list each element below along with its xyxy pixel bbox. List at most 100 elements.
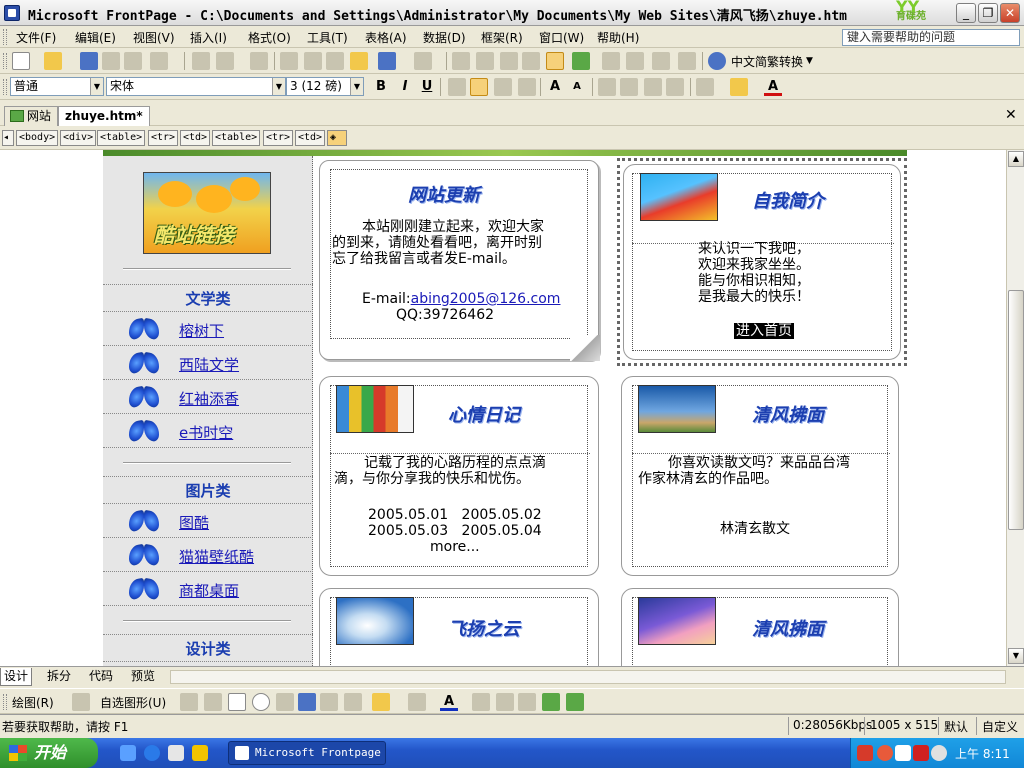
tray-icon[interactable] — [877, 745, 893, 761]
shadow-icon[interactable] — [542, 693, 560, 711]
menu-table[interactable]: 表格(A) — [363, 29, 409, 46]
tab-preview[interactable]: 预览 — [128, 668, 158, 686]
toolbar-grip[interactable] — [3, 53, 7, 69]
ie-icon[interactable] — [144, 745, 160, 761]
toolbar-grip[interactable] — [3, 694, 7, 710]
prose-author-link[interactable]: 林清玄散文 — [720, 521, 790, 537]
borders-icon[interactable] — [696, 78, 714, 96]
numbering-icon[interactable] — [598, 78, 616, 96]
open-folder-icon[interactable] — [44, 52, 62, 70]
scroll-down-icon[interactable]: ▼ — [1008, 648, 1024, 664]
insert-picture-icon[interactable] — [522, 52, 540, 70]
align-left-icon[interactable] — [448, 78, 466, 96]
link-shangdu[interactable]: 商都桌面 — [179, 580, 239, 601]
copy-icon[interactable] — [304, 52, 322, 70]
menu-insert[interactable]: 插入(I) — [188, 29, 229, 46]
textbox-icon[interactable] — [276, 693, 294, 711]
close-document-icon[interactable]: ✕ — [1005, 107, 1017, 123]
taskbar-frontpage-item[interactable]: Microsoft Frontpage — [228, 741, 386, 765]
highlight-icon[interactable] — [730, 78, 748, 96]
line-style-icon[interactable] — [472, 693, 490, 711]
frontpage-quicklaunch-icon[interactable] — [168, 745, 184, 761]
desktop-icon[interactable] — [120, 745, 136, 761]
arrow-style-icon[interactable] — [518, 693, 536, 711]
3d-style-icon[interactable] — [566, 693, 584, 711]
spelling-icon[interactable] — [250, 52, 268, 70]
line-color-icon[interactable] — [408, 693, 426, 711]
email-link[interactable]: abing2005@126.com — [411, 291, 561, 307]
chinese-convert-dropdown-icon[interactable]: ▼ — [806, 56, 813, 66]
menu-file[interactable]: 文件(F) — [14, 29, 58, 46]
tab-code[interactable]: 代码 — [86, 668, 116, 686]
bullets-icon[interactable] — [620, 78, 638, 96]
tray-ime-icon[interactable] — [895, 745, 911, 761]
tray-icon[interactable] — [857, 745, 873, 761]
font-size-select[interactable]: 3 (12 磅) ▼ — [286, 77, 364, 96]
align-center-icon[interactable] — [470, 78, 488, 96]
tag-options-icon[interactable]: ◈ — [327, 130, 347, 146]
chinese-convert-button[interactable]: 中文简繁转换 — [731, 53, 803, 70]
print-preview-icon[interactable] — [216, 52, 234, 70]
link-hongxiu[interactable]: 红袖添香 — [179, 388, 239, 409]
tag-div[interactable]: <div> — [60, 130, 97, 146]
tray-network-icon[interactable] — [931, 745, 947, 761]
tag-td[interactable]: <td> — [295, 130, 326, 146]
justify-icon[interactable] — [518, 78, 536, 96]
italic-button[interactable]: I — [396, 78, 414, 96]
redo-icon[interactable] — [414, 52, 432, 70]
help-search-input[interactable]: 键入需要帮助的问题 — [842, 29, 1020, 46]
refresh-icon[interactable] — [626, 52, 644, 70]
save-icon[interactable] — [80, 52, 98, 70]
menu-window[interactable]: 窗口(W) — [537, 29, 586, 46]
insert-table-icon[interactable] — [476, 52, 494, 70]
enter-home-link[interactable]: 进入首页 — [734, 323, 794, 339]
align-right-icon[interactable] — [494, 78, 512, 96]
web-component-icon[interactable] — [572, 52, 590, 70]
print-icon[interactable] — [192, 52, 210, 70]
quicklaunch-icon[interactable] — [192, 745, 208, 761]
help-icon[interactable] — [708, 52, 726, 70]
increase-indent-icon[interactable] — [666, 78, 684, 96]
new-page-icon[interactable] — [12, 52, 30, 70]
menu-view[interactable]: 视图(V) — [131, 29, 177, 46]
format-painter-icon[interactable] — [350, 52, 368, 70]
tag-td[interactable]: <td> — [180, 130, 211, 146]
menu-frames[interactable]: 框架(R) — [479, 29, 525, 46]
font-color-icon[interactable]: A — [764, 78, 782, 96]
tab-split[interactable]: 拆分 — [44, 668, 74, 686]
text-color-icon[interactable]: A — [440, 693, 458, 711]
anchor-icon[interactable] — [678, 52, 696, 70]
toolbar-grip[interactable] — [3, 79, 7, 95]
tab-website[interactable]: 网站 — [4, 106, 59, 126]
chevron-down-icon[interactable]: ▼ — [90, 78, 103, 95]
diary-date-link[interactable]: 2005.05.01 — [368, 507, 448, 523]
menu-help[interactable]: 帮助(H) — [595, 29, 641, 46]
link-tuku[interactable]: 图酷 — [179, 512, 209, 533]
tab-zhuye[interactable]: zhuye.htm* — [58, 106, 150, 126]
drawing-icon[interactable] — [546, 52, 564, 70]
start-button[interactable]: 开始 — [0, 738, 98, 768]
folder-list-icon[interactable] — [124, 52, 142, 70]
toggle-pane-icon[interactable] — [150, 52, 168, 70]
restore-button[interactable]: ❐ — [978, 3, 998, 23]
tag-table[interactable]: <table> — [97, 130, 146, 146]
scroll-thumb[interactable] — [1008, 290, 1024, 530]
picture-icon[interactable] — [344, 693, 362, 711]
clipart-icon[interactable] — [320, 693, 338, 711]
chevron-down-icon[interactable]: ▼ — [272, 78, 285, 95]
draw-menu-button[interactable]: 绘图(R) — [12, 694, 54, 711]
select-pointer-icon[interactable] — [72, 693, 90, 711]
oval-icon[interactable] — [252, 693, 270, 711]
tag-tr[interactable]: <tr> — [148, 130, 179, 146]
decrease-font-icon[interactable]: A — [568, 78, 586, 96]
dash-style-icon[interactable] — [496, 693, 514, 711]
decrease-indent-icon[interactable] — [644, 78, 662, 96]
paste-icon[interactable] — [326, 52, 344, 70]
publish-icon[interactable] — [102, 52, 120, 70]
link-ebook[interactable]: e书时空 — [179, 422, 233, 443]
status-custom[interactable]: 自定义 — [982, 718, 1018, 735]
menu-tools[interactable]: 工具(T) — [305, 29, 350, 46]
menu-edit[interactable]: 编辑(E) — [73, 29, 118, 46]
line-icon[interactable] — [180, 693, 198, 711]
font-select[interactable]: 宋体 ▼ — [106, 77, 286, 96]
